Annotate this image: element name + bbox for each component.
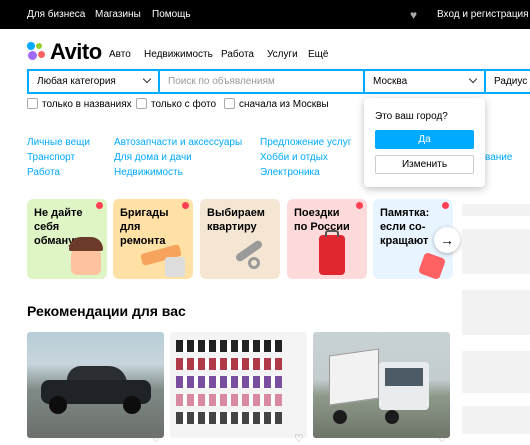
radius-select[interactable]: Радиус / bbox=[484, 69, 530, 94]
nav-more[interactable]: Ещё bbox=[308, 49, 328, 60]
shops-link[interactable]: Магазины bbox=[95, 9, 141, 20]
side-placeholder bbox=[462, 351, 530, 393]
search-input[interactable]: Поиск по объявлениям bbox=[158, 69, 365, 94]
recommendations-title: Рекомендации для вас bbox=[27, 303, 186, 319]
promo-card[interactable]: Не дайте себя обмануть bbox=[27, 199, 107, 279]
category-link[interactable]: Автозапчасти и аксессуары bbox=[114, 137, 242, 148]
favorite-heart-icon[interactable]: ♡ bbox=[437, 432, 447, 445]
wheel-shape bbox=[333, 410, 347, 424]
category-link[interactable]: Личные вещи bbox=[27, 137, 90, 148]
city-confirm-popup: Это ваш город? Да Изменить bbox=[364, 98, 485, 187]
top-bar: Для бизнеса Магазины Помощь ♥ Вход и рег… bbox=[0, 0, 530, 29]
category-select-value: Любая категория bbox=[37, 76, 116, 87]
bottle-row bbox=[176, 358, 282, 370]
bottle-row bbox=[176, 394, 282, 406]
checkbox-moscow-first[interactable]: сначала из Москвы bbox=[224, 98, 329, 110]
confirm-city-yes-button[interactable]: Да bbox=[375, 130, 474, 149]
checkbox-label: сначала из Москвы bbox=[239, 99, 329, 110]
bottle-row bbox=[176, 376, 282, 388]
checkbox-box[interactable] bbox=[224, 98, 235, 109]
logo-text[interactable]: Avito bbox=[50, 39, 102, 65]
new-badge-dot bbox=[442, 202, 449, 209]
favorite-heart-icon[interactable]: ♡ bbox=[294, 432, 304, 445]
city-confirm-question: Это ваш город? bbox=[375, 111, 448, 122]
checkbox-label: только в названиях bbox=[42, 99, 132, 110]
wheel-shape bbox=[385, 410, 399, 424]
radius-select-value: Радиус / bbox=[494, 76, 530, 87]
promo-card[interactable]: Бригады для ремонта bbox=[113, 199, 193, 279]
windshield-shape bbox=[385, 368, 423, 386]
category-link[interactable]: Электроника bbox=[260, 167, 320, 178]
paint-bucket-icon bbox=[165, 257, 185, 277]
search-placeholder: Поиск по объявлениям bbox=[168, 76, 275, 87]
avito-logo-icon[interactable] bbox=[27, 42, 47, 62]
listing-photo-truck[interactable] bbox=[313, 332, 450, 438]
listing-photo-nail-polish[interactable] bbox=[170, 332, 307, 438]
category-select[interactable]: Любая категория bbox=[27, 69, 160, 94]
new-badge-dot bbox=[182, 202, 189, 209]
key-ring-icon bbox=[248, 257, 260, 269]
side-placeholder bbox=[462, 204, 530, 216]
category-link[interactable]: Недвижимость bbox=[114, 167, 183, 178]
checkbox-label: только с фото bbox=[151, 99, 217, 110]
promo-card-title: Выбираем квартиру bbox=[207, 207, 265, 233]
nav-auto[interactable]: Авто bbox=[109, 49, 131, 60]
wheel-shape bbox=[49, 396, 67, 414]
nav-realty[interactable]: Недвижимость bbox=[144, 49, 213, 60]
promo-card-title: Поездки по России bbox=[294, 207, 350, 233]
chevron-down-icon bbox=[468, 74, 478, 84]
new-badge-dot bbox=[96, 202, 103, 209]
checkbox-with-photo[interactable]: только с фото bbox=[136, 98, 216, 110]
city-select[interactable]: Москва bbox=[363, 69, 486, 94]
listing-photo-car[interactable] bbox=[27, 332, 164, 438]
chevron-down-icon bbox=[142, 74, 152, 84]
change-city-button[interactable]: Изменить bbox=[375, 155, 474, 174]
heart-icon[interactable]: ♥ bbox=[410, 8, 417, 22]
promo-card-title: Памятка: если со- кращают bbox=[380, 207, 430, 247]
side-placeholder bbox=[462, 290, 530, 335]
nav-services[interactable]: Услуги bbox=[267, 49, 298, 60]
wheel-shape bbox=[123, 396, 141, 414]
arrow-right-icon: → bbox=[440, 232, 454, 248]
checkbox-box[interactable] bbox=[136, 98, 147, 109]
side-placeholder bbox=[462, 406, 530, 434]
document-icon bbox=[417, 251, 447, 279]
trailer-shape bbox=[329, 348, 379, 406]
category-link[interactable]: Работа bbox=[27, 167, 60, 178]
hair-shape bbox=[69, 237, 103, 251]
promo-card[interactable]: Выбираем квартиру bbox=[200, 199, 280, 279]
nav-jobs[interactable]: Работа bbox=[221, 49, 254, 60]
category-link[interactable]: Хобби и отдых bbox=[260, 152, 328, 163]
for-business-link[interactable]: Для бизнеса bbox=[27, 9, 85, 20]
help-link[interactable]: Помощь bbox=[152, 9, 191, 20]
login-link[interactable]: Вход и регистрация bbox=[437, 9, 529, 20]
category-link[interactable]: Для дома и дачи bbox=[114, 152, 192, 163]
category-link[interactable]: Предложение услуг bbox=[260, 137, 351, 148]
category-link[interactable]: Транспорт bbox=[27, 152, 75, 163]
city-select-value: Москва bbox=[373, 76, 408, 87]
bottle-row bbox=[176, 412, 282, 424]
new-badge-dot bbox=[356, 202, 363, 209]
category-link[interactable]: вание bbox=[485, 152, 512, 163]
checkbox-box[interactable] bbox=[27, 98, 38, 109]
suitcase-icon bbox=[319, 235, 345, 275]
promo-card[interactable]: Поездки по России bbox=[287, 199, 367, 279]
promo-card-title: Бригады для ремонта bbox=[120, 207, 169, 247]
carousel-next-button[interactable]: → bbox=[434, 227, 460, 253]
checkbox-titles-only[interactable]: только в названиях bbox=[27, 98, 132, 110]
bottle-row bbox=[176, 340, 282, 352]
favorite-heart-icon[interactable]: ♡ bbox=[151, 432, 161, 445]
suitcase-handle-icon bbox=[325, 230, 339, 237]
side-placeholder bbox=[462, 229, 530, 274]
